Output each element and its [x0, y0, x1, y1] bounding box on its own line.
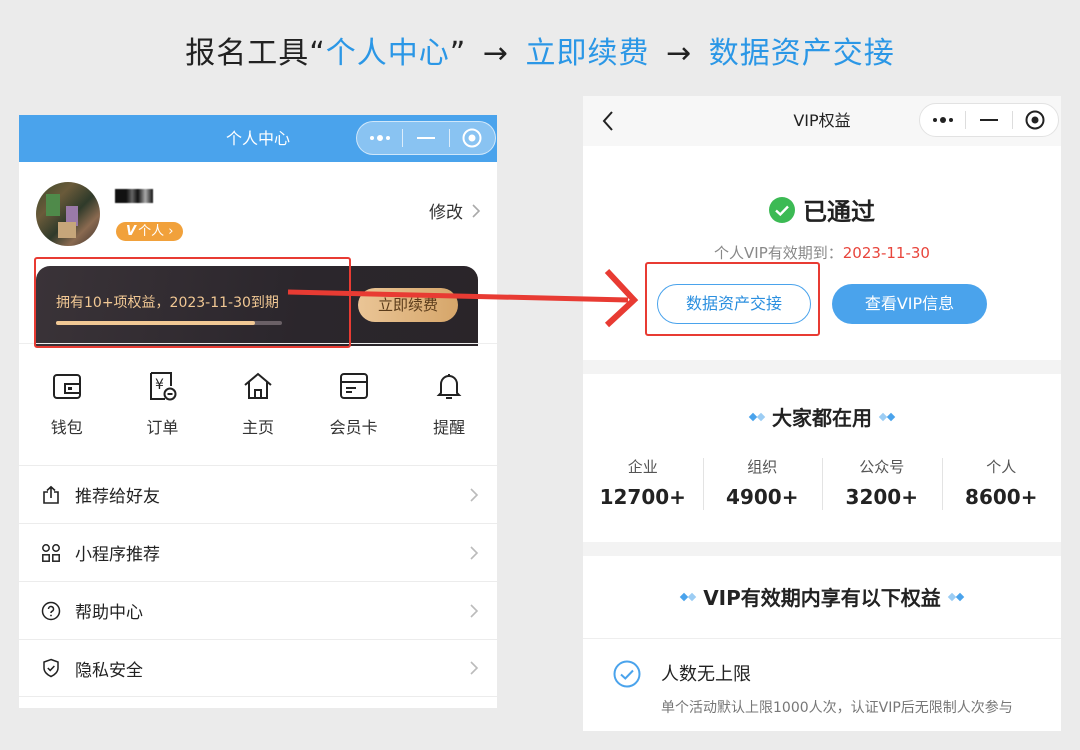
- popular-heading: 大家都在用: [583, 402, 1061, 431]
- menu-label: 钱包: [50, 418, 83, 437]
- list-item-label: 推荐给好友: [75, 487, 160, 507]
- minimize-icon[interactable]: [403, 136, 448, 140]
- check-outline-icon: [613, 660, 641, 688]
- apps-icon: [41, 543, 61, 563]
- wallet-icon: [52, 374, 81, 399]
- share-icon: [41, 485, 61, 505]
- stat-item: 个人 8600+: [941, 456, 1062, 510]
- highlight-box-vip-card: [34, 257, 351, 348]
- diamond-ornament-icon: [878, 412, 896, 421]
- username-blurred: [115, 189, 153, 203]
- personal-center-screen: 个人中心 V 个人 › 修改 拥有10+项权益，2023-11-30到期 立即续…: [19, 115, 497, 708]
- stat-item: 公众号 3200+: [822, 456, 942, 510]
- svg-text:¥: ¥: [155, 377, 164, 393]
- title-arrow-1: →: [482, 36, 509, 71]
- list-item-help[interactable]: 帮助中心: [19, 581, 497, 639]
- menu-label: 提醒: [433, 418, 466, 437]
- menu-orders[interactable]: ¥ 订单: [115, 344, 211, 465]
- stat-value: 12700+: [599, 485, 686, 509]
- benefit-description: 单个活动默认上限1000人次，认证VIP后无限制人次参与: [661, 700, 1013, 716]
- benefit-title: 人数无上限: [661, 664, 751, 685]
- order-icon: ¥: [150, 372, 177, 401]
- menu-reminders[interactable]: 提醒: [401, 344, 497, 465]
- home-icon: [244, 372, 272, 399]
- title-step-personal-center: 个人中心: [325, 36, 450, 71]
- popular-section: 大家都在用 企业 12700+ 组织 4900+ 公众号 3200+ 个人 86…: [583, 374, 1061, 542]
- settings-list: 推荐给好友 小程序推荐 帮助中心 隐私安全: [19, 465, 497, 697]
- popular-title: 大家都在用: [772, 406, 872, 430]
- title-step-renew: 立即续费: [525, 36, 650, 71]
- menu-label: 订单: [146, 418, 179, 437]
- close-target-icon[interactable]: [450, 128, 495, 148]
- list-item-share[interactable]: 推荐给好友: [19, 465, 497, 523]
- stat-item: 企业 12700+: [583, 456, 703, 509]
- approval-status: 已通过: [583, 192, 1061, 227]
- usage-stats: 企业 12700+ 组织 4900+ 公众号 3200+ 个人 8600+: [583, 456, 1062, 510]
- bell-icon: [436, 374, 462, 399]
- mini-program-capsule: [356, 121, 496, 155]
- avatar[interactable]: [36, 182, 100, 246]
- menu-label: 会员卡: [329, 418, 378, 437]
- more-dots-icon[interactable]: [357, 134, 402, 142]
- vip-level-label: 个人 ›: [138, 224, 174, 239]
- vip-benefits-screen: VIP权益 已通过 个人VIP有效期到：2023-11-30 数据资产交接 查看…: [583, 96, 1061, 731]
- chevron-right-icon: [470, 661, 479, 675]
- stat-item: 组织 4900+: [702, 456, 823, 510]
- menu-wallet[interactable]: 钱包: [19, 344, 115, 465]
- mini-program-capsule: [919, 103, 1059, 137]
- benefits-section: VIP有效期内享有以下权益 人数无上限 单个活动默认上限1000人次，认证VIP…: [583, 556, 1061, 731]
- diamond-ornament-icon: [748, 412, 766, 421]
- list-item-label: 小程序推荐: [75, 545, 160, 565]
- stat-value: 3200+: [845, 485, 918, 509]
- chevron-right-icon: [472, 203, 481, 218]
- title-step-handover: 数据资产交接: [708, 36, 895, 71]
- menu-member-card[interactable]: 会员卡: [306, 344, 402, 465]
- chevron-right-icon: [470, 603, 479, 618]
- renew-button[interactable]: 立即续费: [358, 288, 458, 322]
- stat-value: 4900+: [726, 485, 799, 509]
- check-circle-icon: [769, 196, 795, 223]
- vip-expiry: 个人VIP有效期到：2023-11-30: [583, 242, 1061, 263]
- view-vip-info-button[interactable]: 查看VIP信息: [832, 284, 987, 324]
- divider: [583, 638, 1061, 639]
- diamond-ornament-icon: [947, 592, 965, 601]
- shield-icon: [41, 658, 61, 678]
- stat-label: 公众号: [859, 458, 905, 476]
- close-target-icon[interactable]: [1013, 110, 1058, 130]
- highlight-box-handover: [645, 262, 820, 336]
- status-text: 已通过: [803, 198, 875, 226]
- stat-value: 8600+: [965, 485, 1038, 509]
- benefits-title: VIP有效期内享有以下权益: [703, 586, 941, 610]
- title-prefix: 报名工具“: [185, 36, 326, 71]
- menu-home[interactable]: 主页: [210, 344, 306, 465]
- expiry-label: 个人VIP有效期到：: [714, 244, 843, 262]
- diamond-ornament-icon: [679, 592, 697, 601]
- vip-v-mark: V: [126, 224, 137, 239]
- expiry-date: 2023-11-30: [842, 244, 930, 262]
- edit-label: 修改: [429, 203, 463, 223]
- benefits-heading: VIP有效期内享有以下权益: [583, 582, 1061, 611]
- stat-label: 组织: [747, 458, 778, 476]
- list-item-label: 帮助中心: [75, 603, 143, 623]
- chevron-right-icon: [470, 487, 479, 502]
- member-card-icon: [339, 373, 368, 399]
- list-item-label: 隐私安全: [75, 660, 143, 681]
- vip-level-badge[interactable]: V 个人 ›: [116, 222, 184, 241]
- list-item-privacy[interactable]: 隐私安全: [19, 639, 497, 697]
- quick-menu: 钱包 ¥ 订单 主页 会员卡 提醒: [19, 343, 497, 465]
- stat-label: 个人: [986, 458, 1017, 476]
- nav-bar: VIP权益: [583, 96, 1061, 146]
- page-title: 报名工具“个人中心” → 立即续费 → 数据资产交接: [0, 28, 1080, 72]
- chevron-right-icon: [470, 545, 479, 560]
- help-icon: [41, 601, 61, 621]
- stat-label: 企业: [627, 458, 658, 476]
- menu-label: 主页: [241, 418, 274, 437]
- nav-bar: 个人中心: [19, 115, 497, 162]
- minimize-icon[interactable]: [966, 118, 1011, 122]
- list-item-mini-programs[interactable]: 小程序推荐: [19, 523, 497, 581]
- title-quote-close: ”: [449, 36, 467, 71]
- title-arrow-2: →: [666, 36, 693, 71]
- more-dots-icon[interactable]: [920, 116, 965, 124]
- edit-profile-link[interactable]: 修改: [429, 198, 481, 223]
